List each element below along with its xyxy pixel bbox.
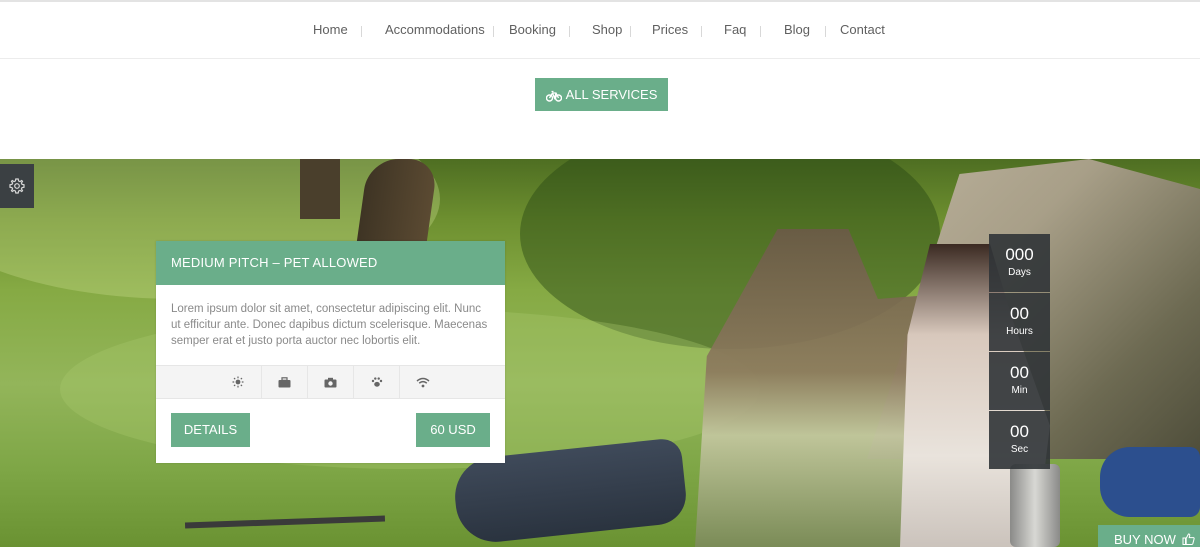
countdown-days: 000 Days bbox=[989, 234, 1050, 292]
sun-icon bbox=[232, 376, 244, 388]
nav-item-accommodations[interactable]: Accommodations bbox=[385, 22, 485, 37]
nav-item-prices[interactable]: Prices bbox=[652, 22, 688, 37]
sleeping-bag bbox=[1100, 447, 1200, 517]
nav-item-contact[interactable]: Contact bbox=[840, 22, 885, 37]
all-services-label: ALL SERVICES bbox=[565, 87, 658, 102]
countdown-seconds-value: 00 bbox=[1010, 422, 1029, 441]
buy-now-button[interactable]: BUY NOW bbox=[1098, 525, 1200, 547]
nav-item-booking[interactable]: Booking bbox=[509, 22, 556, 37]
nav-item-home[interactable]: Home bbox=[313, 22, 348, 37]
card-description: Lorem ipsum dolor sit amet, consectetur … bbox=[171, 303, 488, 347]
details-button[interactable]: DETAILS bbox=[171, 413, 250, 447]
amenity-pets[interactable] bbox=[353, 366, 399, 398]
suitcase-icon bbox=[278, 376, 291, 387]
bicycle-icon bbox=[545, 90, 562, 102]
tree-trunk bbox=[300, 159, 340, 219]
amenity-suitcase[interactable] bbox=[261, 366, 307, 398]
card-title: MEDIUM PITCH – PET ALLOWED bbox=[156, 241, 505, 285]
paw-icon bbox=[371, 377, 382, 387]
wifi-icon bbox=[416, 377, 429, 387]
countdown-minutes-value: 00 bbox=[1010, 363, 1029, 382]
price-button[interactable]: 60 USD bbox=[416, 413, 490, 447]
main-nav: Home Accommodations Booking Shop Prices … bbox=[0, 22, 1200, 40]
countdown-minutes: 00 Min bbox=[989, 352, 1050, 410]
nav-separator bbox=[630, 26, 631, 37]
nav-separator bbox=[825, 26, 826, 37]
countdown-minutes-label: Min bbox=[1011, 385, 1028, 396]
gear-icon bbox=[9, 178, 25, 194]
nav-item-shop[interactable]: Shop bbox=[592, 22, 622, 37]
countdown-hours: 00 Hours bbox=[989, 293, 1050, 351]
amenities-bar bbox=[156, 365, 505, 399]
nav-separator bbox=[493, 26, 494, 37]
nav-separator bbox=[701, 26, 702, 37]
fishing-rod bbox=[184, 515, 386, 529]
countdown-days-value: 000 bbox=[1005, 245, 1034, 264]
countdown-hours-value: 00 bbox=[1010, 304, 1029, 323]
amenity-camera[interactable] bbox=[307, 366, 353, 398]
countdown-timer: 000 Days 00 Hours 00 Min 00 Sec bbox=[989, 234, 1050, 470]
thumbs-up-icon bbox=[1182, 533, 1195, 545]
amenity-sun[interactable] bbox=[215, 366, 261, 398]
amenity-wifi[interactable] bbox=[399, 366, 445, 398]
navbar: Home Accommodations Booking Shop Prices … bbox=[0, 2, 1200, 59]
nav-separator bbox=[760, 26, 761, 37]
settings-toggle[interactable] bbox=[0, 164, 34, 208]
pitch-card: MEDIUM PITCH – PET ALLOWED Lorem ipsum d… bbox=[156, 241, 505, 463]
nav-item-blog[interactable]: Blog bbox=[784, 22, 810, 37]
camera-icon bbox=[324, 377, 337, 387]
nav-separator bbox=[361, 26, 362, 37]
thermos bbox=[1010, 464, 1060, 547]
countdown-seconds: 00 Sec bbox=[989, 411, 1050, 469]
nav-item-faq[interactable]: Faq bbox=[724, 22, 746, 37]
nav-separator bbox=[569, 26, 570, 37]
countdown-days-label: Days bbox=[1008, 267, 1031, 278]
countdown-hours-label: Hours bbox=[1006, 326, 1033, 337]
buy-now-label: BUY NOW bbox=[1114, 532, 1176, 547]
all-services-button[interactable]: ALL SERVICES bbox=[535, 78, 668, 111]
countdown-seconds-label: Sec bbox=[1010, 444, 1029, 455]
